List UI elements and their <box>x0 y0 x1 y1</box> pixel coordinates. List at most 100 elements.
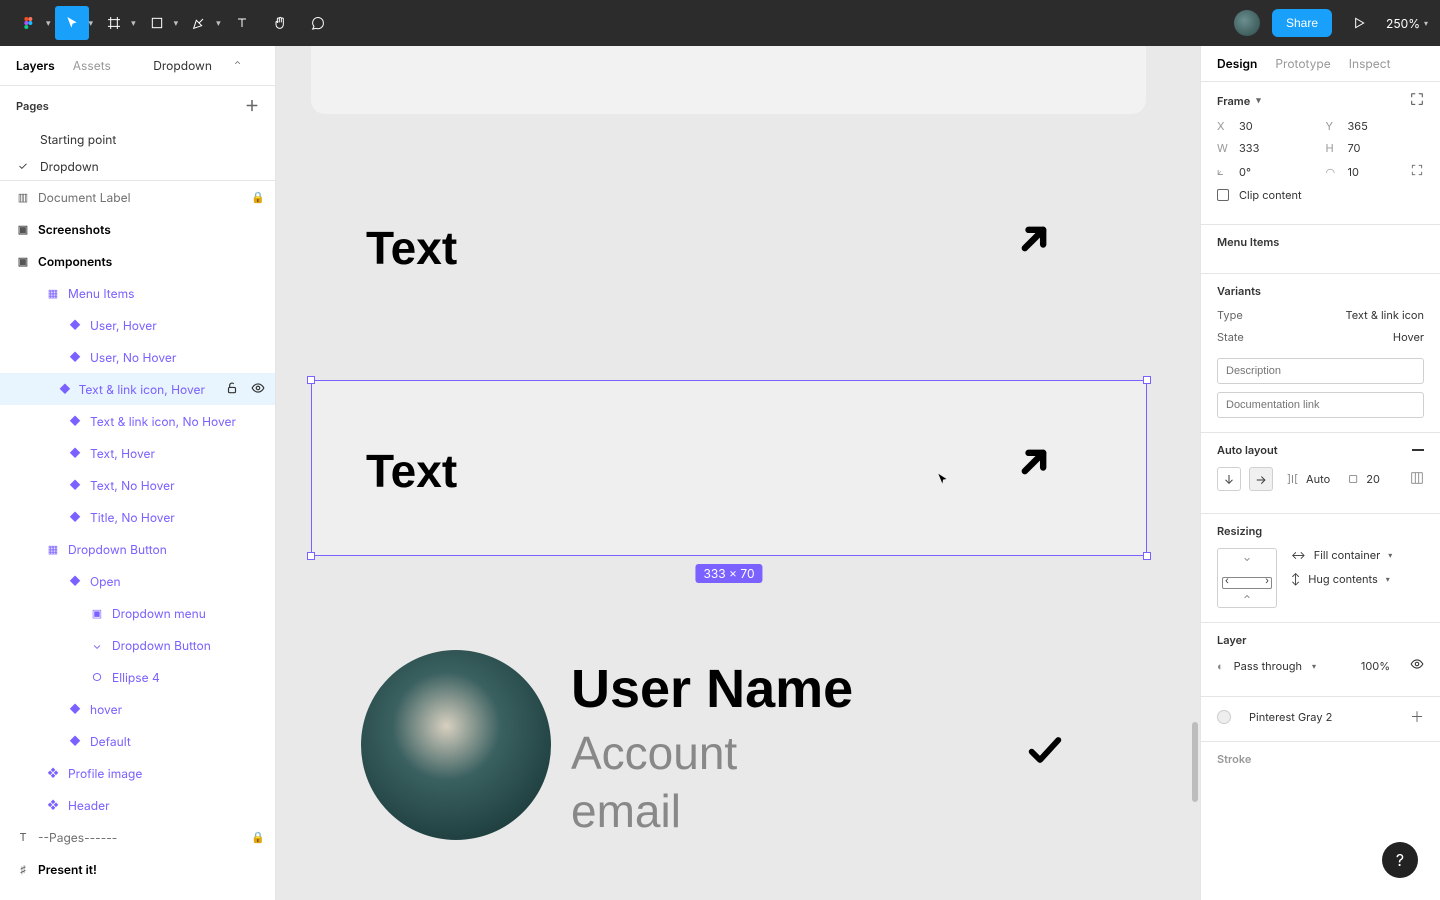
frame-tool-button[interactable] <box>97 6 131 40</box>
layer-open[interactable]: ◆ Open <box>0 565 275 597</box>
layer-default[interactable]: ◆ Default <box>0 725 275 757</box>
layer-components[interactable]: ▣ Components <box>0 245 275 277</box>
text-tool-button[interactable] <box>225 6 259 40</box>
help-button[interactable]: ? <box>1382 842 1418 878</box>
profile-avatar[interactable] <box>361 650 551 840</box>
lock-icon[interactable]: 🔒 <box>251 830 265 844</box>
opacity-value[interactable]: 100% <box>1361 659 1390 673</box>
remove-auto-layout-icon[interactable] <box>1412 449 1424 451</box>
vertical-resize-value[interactable]: Hug contents <box>1308 572 1378 586</box>
description-input[interactable] <box>1217 358 1424 384</box>
frame-header-label[interactable]: Frame <box>1217 94 1250 108</box>
y-input[interactable]: 365 <box>1348 119 1425 133</box>
variant-type-value[interactable]: Text & link icon <box>1346 308 1425 322</box>
layer-header[interactable]: ❖ Header <box>0 789 275 821</box>
shape-tool-button[interactable] <box>140 6 174 40</box>
h-input[interactable]: 70 <box>1348 141 1425 155</box>
layer-variant-text-link-no-hover[interactable]: ◆ Text & link icon, No Hover <box>0 405 275 437</box>
padding-value[interactable]: 20 <box>1366 472 1380 486</box>
canvas[interactable]: Text Text 333 × 70 User Name Account ema… <box>276 46 1200 900</box>
layer-variant-user-hover[interactable]: ◆ User, Hover <box>0 309 275 341</box>
layer-dropdown-button-child[interactable]: ⌄ Dropdown Button <box>0 629 275 661</box>
rotation-input[interactable]: 0° <box>1239 165 1316 179</box>
move-tool-chevron-icon[interactable]: ▾ <box>89 18 94 29</box>
unlock-icon[interactable] <box>225 381 239 398</box>
page-item-starting-point[interactable]: Starting point <box>0 126 275 153</box>
page-item-dropdown[interactable]: Dropdown <box>0 153 275 180</box>
horizontal-resize-value[interactable]: Fill container <box>1314 548 1381 562</box>
account-text[interactable]: Account <box>571 726 737 780</box>
layer-variant-text-hover[interactable]: ◆ Text, Hover <box>0 437 275 469</box>
zoom-control[interactable]: 250% ▾ <box>1386 16 1428 31</box>
direction-horizontal-button[interactable]: → <box>1249 467 1273 491</box>
tab-layers[interactable]: Layers <box>16 58 55 73</box>
tab-assets[interactable]: Assets <box>73 58 111 73</box>
layer-ellipse-4[interactable]: ○ Ellipse 4 <box>0 661 275 693</box>
email-text[interactable]: email <box>571 784 681 838</box>
figma-menu-chevron-icon[interactable]: ▾ <box>46 18 51 29</box>
fill-style-name[interactable]: Pinterest Gray 2 <box>1249 710 1332 724</box>
frame-tool-chevron-icon[interactable]: ▾ <box>131 18 136 29</box>
x-input[interactable]: 30 <box>1239 119 1316 133</box>
visibility-icon[interactable] <box>251 381 265 398</box>
share-button[interactable]: Share <box>1272 9 1332 37</box>
fill-swatch[interactable] <box>1217 710 1231 724</box>
w-input[interactable]: 333 <box>1239 141 1316 155</box>
hand-tool-button[interactable] <box>263 6 297 40</box>
layer-pages-divider[interactable]: T --Pages------ 🔒 <box>0 821 275 853</box>
radius-input[interactable]: 10 <box>1348 165 1403 179</box>
doc-link-input[interactable] <box>1217 392 1424 418</box>
layer-profile-image[interactable]: ❖ Profile image <box>0 757 275 789</box>
layer-screenshots[interactable]: ▣ Screenshots <box>0 213 275 245</box>
chevron-down-icon: ▾ <box>1424 18 1428 28</box>
blend-mode-value[interactable]: Pass through <box>1234 659 1302 673</box>
figma-menu-button[interactable] <box>12 6 46 40</box>
direction-vertical-button[interactable]: ↓ <box>1217 467 1241 491</box>
vertical-resize-icon: ↕ <box>1291 572 1300 586</box>
selection-handle[interactable] <box>1143 552 1151 560</box>
variant-state-value[interactable]: Hover <box>1393 330 1424 344</box>
selection-handle[interactable] <box>307 376 315 384</box>
layer-hover[interactable]: ◆ hover <box>0 693 275 725</box>
tab-inspect[interactable]: Inspect <box>1349 56 1391 71</box>
tab-prototype[interactable]: Prototype <box>1275 56 1330 71</box>
tab-design[interactable]: Design <box>1217 56 1257 71</box>
alignment-grid-icon[interactable] <box>1410 471 1424 488</box>
clip-checkbox[interactable] <box>1217 189 1229 201</box>
independent-corners-icon[interactable] <box>1410 163 1424 180</box>
canvas-scrollbar[interactable] <box>1192 722 1198 802</box>
layer-dropdown-menu[interactable]: ▣ Dropdown menu <box>0 597 275 629</box>
resize-to-fit-icon[interactable] <box>1410 92 1424 109</box>
pen-tool-chevron-icon[interactable]: ▾ <box>216 18 221 29</box>
text-icon: T <box>16 830 30 844</box>
layer-variant-user-no-hover[interactable]: ◆ User, No Hover <box>0 341 275 373</box>
present-button[interactable] <box>1346 6 1372 40</box>
layer-dropdown-button-set[interactable]: ▦ Dropdown Button <box>0 533 275 565</box>
lock-icon[interactable]: 🔒 <box>251 190 265 204</box>
visibility-icon[interactable] <box>1410 657 1424 674</box>
artboard-top[interactable] <box>311 46 1146 114</box>
layer-present-it[interactable]: ♯ Present it! <box>0 853 275 885</box>
spacing-value[interactable]: Auto <box>1306 472 1330 486</box>
layer-menu-items[interactable]: ▦ Menu Items <box>0 277 275 309</box>
variant-state-label: State <box>1217 330 1244 344</box>
resize-constraint-grid[interactable]: ⌄ ⌃ <box>1217 548 1277 608</box>
pen-tool-button[interactable] <box>182 6 216 40</box>
user-avatar[interactable] <box>1234 10 1260 36</box>
comment-tool-button[interactable] <box>301 6 335 40</box>
move-tool-button[interactable] <box>55 6 89 40</box>
layer-variant-text-no-hover[interactable]: ◆ Text, No Hover <box>0 469 275 501</box>
add-fill-button[interactable]: ＋ <box>1410 707 1424 727</box>
selection-handle[interactable] <box>307 552 315 560</box>
chevron-down-icon[interactable]: ▾ <box>1256 95 1261 106</box>
page-selector[interactable]: Dropdown <box>153 58 212 73</box>
add-page-button[interactable]: ＋ <box>245 96 259 116</box>
layer-variant-title-no-hover[interactable]: ◆ Title, No Hover <box>0 501 275 533</box>
user-name-text[interactable]: User Name <box>571 658 853 720</box>
layer-document-label[interactable]: ▥ Document Label 🔒 <box>0 181 275 213</box>
canvas-text-1[interactable]: Text <box>366 221 457 275</box>
selection-handle[interactable] <box>1143 376 1151 384</box>
right-panel: Design Prototype Inspect Frame ▾ X30 Y36… <box>1200 46 1440 900</box>
layer-variant-text-link-hover[interactable]: ◆ Text & link icon, Hover <box>0 373 275 405</box>
shape-tool-chevron-icon[interactable]: ▾ <box>174 18 179 29</box>
